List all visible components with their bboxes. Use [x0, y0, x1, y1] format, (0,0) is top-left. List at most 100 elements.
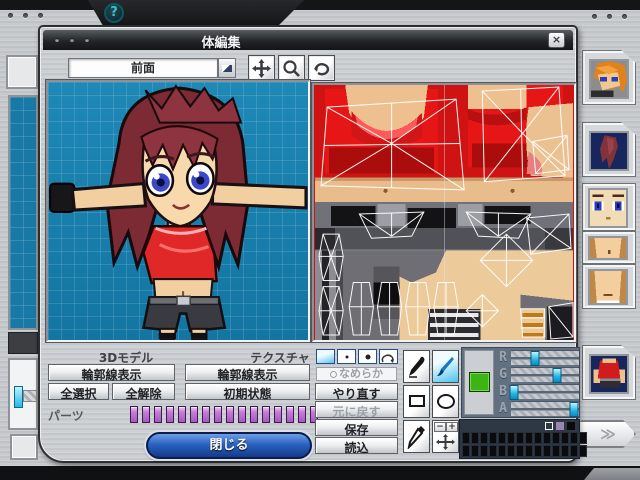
undo-button[interactable]: 元に戻す — [315, 401, 398, 418]
part-chip[interactable] — [166, 406, 174, 423]
deselect-all-button[interactable]: 全解除 — [112, 383, 175, 400]
part-chip[interactable] — [142, 406, 150, 423]
dialog-close-button[interactable]: 閉じる — [146, 432, 312, 459]
close-icon[interactable]: × — [548, 32, 565, 48]
smooth-toggle-button[interactable]: なめらか — [316, 367, 397, 381]
palette-cell[interactable] — [579, 445, 587, 457]
model-outline-toggle-button[interactable]: 輪郭線表示 — [48, 364, 175, 381]
palette-cell[interactable] — [543, 432, 551, 444]
part-chip[interactable] — [214, 406, 222, 423]
load-button[interactable]: 読込 — [315, 437, 398, 454]
channel-slider-track[interactable] — [511, 350, 579, 365]
channel-slider-handle[interactable] — [570, 402, 579, 417]
sidebar-item-torso-texture-1[interactable] — [582, 231, 636, 264]
redo-button[interactable]: やり直す — [315, 383, 398, 400]
recent-swatch[interactable] — [567, 422, 575, 430]
part-chip[interactable] — [154, 406, 162, 423]
pen-tool-button[interactable] — [403, 350, 430, 383]
palette-cell[interactable] — [498, 432, 506, 444]
part-chip[interactable] — [250, 406, 258, 423]
brush-tool-button[interactable] — [432, 350, 459, 383]
part-chip[interactable] — [286, 406, 294, 423]
save-button[interactable]: 保存 — [315, 419, 398, 436]
palette-cell[interactable] — [471, 445, 479, 457]
zoom-in-button[interactable]: + — [446, 422, 458, 432]
pan-zoom-tool-button[interactable]: − + — [432, 420, 459, 453]
rotate-tool-button[interactable] — [308, 55, 335, 81]
channel-slider-track[interactable] — [511, 401, 579, 416]
sidebar-item-torso-texture-2[interactable] — [582, 264, 636, 309]
select-all-button[interactable]: 全選択 — [48, 383, 109, 400]
texture-uv-viewport[interactable] — [314, 85, 574, 340]
screw-icon — [622, 14, 627, 19]
palette-cell[interactable] — [471, 432, 479, 444]
part-chip[interactable] — [202, 406, 210, 423]
part-chip[interactable] — [178, 406, 186, 423]
palette-cell[interactable] — [525, 445, 533, 457]
palette-cell[interactable] — [579, 432, 587, 444]
recent-swatch[interactable] — [556, 422, 564, 430]
palette-cell[interactable] — [534, 432, 542, 444]
palette-cell[interactable] — [507, 432, 515, 444]
palette-cell[interactable] — [516, 432, 524, 444]
channel-slider-handle[interactable] — [509, 385, 518, 400]
palette-cell[interactable] — [462, 445, 470, 457]
palette-cell[interactable] — [552, 445, 560, 457]
brush-size-large-button[interactable] — [358, 349, 377, 364]
channel-slider-handle[interactable] — [531, 351, 540, 366]
palette-cell[interactable] — [489, 432, 497, 444]
palette-cell[interactable] — [552, 432, 560, 444]
brush-size-small-button[interactable] — [337, 349, 356, 364]
part-chip[interactable] — [274, 406, 282, 423]
channel-slider-track[interactable] — [511, 384, 579, 399]
torso-texture-thumbnail-icon — [588, 269, 628, 305]
palette-grid — [462, 432, 587, 457]
sidebar-item-body-back[interactable] — [582, 345, 636, 400]
palette-cell[interactable] — [543, 445, 551, 457]
palette-cell[interactable] — [561, 445, 569, 457]
palette-cell[interactable] — [525, 432, 533, 444]
channel-slider-track[interactable] — [511, 367, 579, 382]
current-color-swatch[interactable] — [469, 372, 490, 392]
view-dropdown-button[interactable] — [218, 58, 236, 78]
recent-swatch[interactable] — [545, 422, 553, 430]
background-slider-handle[interactable] — [14, 386, 23, 408]
palette-cell[interactable] — [516, 445, 524, 457]
move-tool-button[interactable] — [248, 55, 275, 81]
zoom-tool-button[interactable] — [278, 55, 305, 81]
palette-cell[interactable] — [570, 432, 578, 444]
part-chip[interactable] — [226, 406, 234, 423]
brush-soft-button[interactable] — [316, 349, 335, 364]
part-chip[interactable] — [262, 406, 270, 423]
palette-cell[interactable] — [480, 445, 488, 457]
palette-cell[interactable] — [480, 432, 488, 444]
model-3d-viewport[interactable] — [48, 82, 308, 340]
rectangle-tool-button[interactable] — [403, 385, 430, 418]
part-chip[interactable] — [130, 406, 138, 423]
sidebar-item-face-texture[interactable] — [582, 183, 636, 231]
channel-slider-handle[interactable] — [553, 368, 562, 383]
palette-cell[interactable] — [489, 445, 497, 457]
view-direction-select[interactable]: 前面 — [68, 58, 218, 78]
palette-cell[interactable] — [561, 432, 569, 444]
palette-cell[interactable] — [534, 445, 542, 457]
lasso-button[interactable] — [379, 349, 398, 364]
part-chip[interactable] — [298, 406, 306, 423]
texture-reset-button[interactable]: 初期状態 — [185, 383, 310, 400]
sidebar-item-face-front[interactable] — [582, 50, 636, 105]
sidebar-item-hair[interactable] — [582, 122, 636, 177]
part-chip[interactable] — [238, 406, 246, 423]
help-button[interactable]: ? — [104, 3, 124, 23]
eyedropper-tool-button[interactable] — [403, 420, 430, 453]
palette-cell[interactable] — [462, 432, 470, 444]
palette-cell[interactable] — [570, 445, 578, 457]
rgba-sliders: RGBA — [496, 349, 580, 417]
palette-cell[interactable] — [507, 445, 515, 457]
zoom-out-button[interactable]: − — [434, 422, 446, 432]
dialog-titlebar[interactable]: 体編集 × — [43, 30, 573, 50]
palette-cell[interactable] — [498, 445, 506, 457]
ellipse-tool-button[interactable] — [432, 385, 459, 418]
bottom-bezel — [0, 466, 640, 480]
texture-outline-toggle-button[interactable]: 輪郭線表示 — [185, 364, 310, 381]
part-chip[interactable] — [190, 406, 198, 423]
